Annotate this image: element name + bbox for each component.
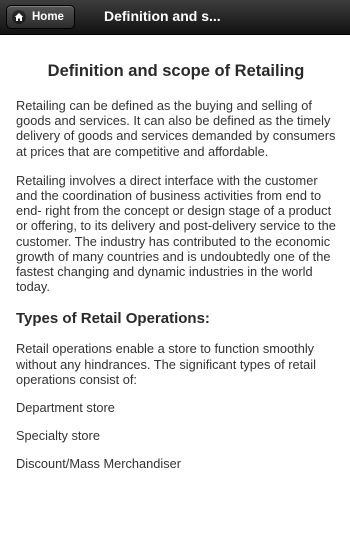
section-heading: Types of Retail Operations: <box>16 310 210 328</box>
page-title: Definition and scope of Retailing <box>47 62 305 80</box>
list-item: Specialty store <box>16 428 100 444</box>
header-title: Definition and s... <box>104 8 221 24</box>
list-item: Discount/Mass Merchandiser <box>16 456 181 472</box>
home-label: Home <box>32 11 64 23</box>
section-intro: Retail operations enable a store to func… <box>16 341 316 387</box>
top-bar: Home Definition and s... <box>0 0 350 35</box>
home-button[interactable]: Home <box>6 5 75 29</box>
paragraph-definition: Retailing can be defined as the buying a… <box>16 98 336 159</box>
home-icon <box>12 10 26 24</box>
main-content: Definition and scope of Retailing Retail… <box>0 36 350 471</box>
paragraph-interface: Retailing involves a direct interface wi… <box>16 172 336 295</box>
list-item: Department store <box>16 400 115 416</box>
